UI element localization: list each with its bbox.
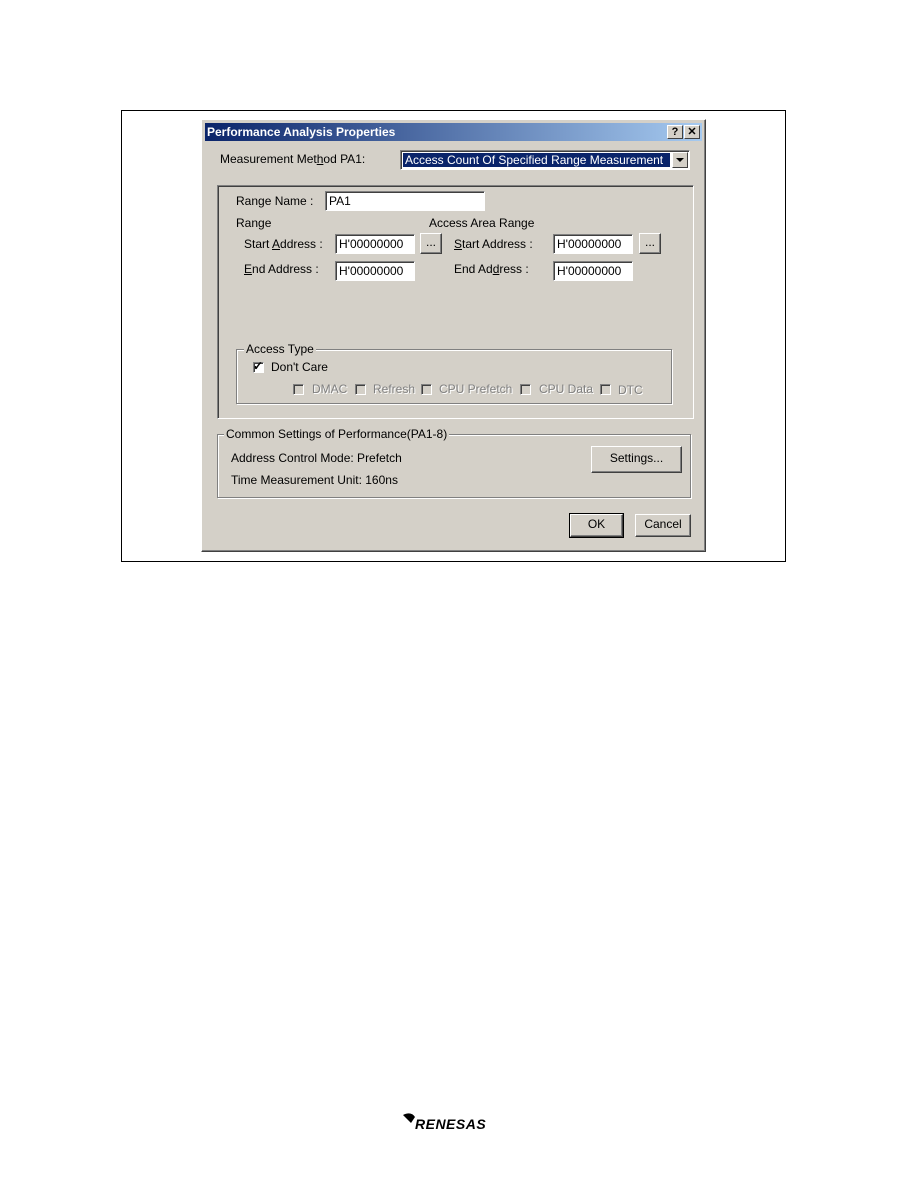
- dmac-checkbox[interactable]: [293, 384, 304, 395]
- time-measurement-unit-text: Time Measurement Unit: 160ns: [231, 473, 398, 487]
- dont-care-checkbox[interactable]: ✓: [253, 359, 264, 373]
- access-end-address-input[interactable]: H'00000000: [553, 261, 633, 281]
- close-button[interactable]: ✕: [684, 125, 700, 139]
- title-bar[interactable]: Performance Analysis Properties ? ✕: [205, 123, 702, 141]
- renesas-logo-text: RENESAS: [415, 1116, 487, 1132]
- renesas-logo: RENESAS: [401, 1111, 507, 1133]
- dtc-checkbox[interactable]: [600, 384, 611, 395]
- cpu-prefetch-label: CPU Prefetch: [439, 382, 513, 396]
- range-end-address-input[interactable]: H'00000000: [335, 261, 415, 281]
- address-control-mode-text: Address Control Mode: Prefetch: [231, 451, 402, 465]
- access-start-address-input[interactable]: H'00000000: [553, 234, 633, 254]
- range-start-browse-button[interactable]: ...: [420, 233, 442, 254]
- measurement-method-select[interactable]: Access Count Of Specified Range Measurem…: [400, 150, 690, 170]
- dmac-label: DMAC: [312, 382, 348, 396]
- measurement-method-label: Measurement Method PA1:: [220, 152, 366, 166]
- dont-care-label: Don't Care: [271, 360, 328, 374]
- check-icon: ✓: [253, 359, 264, 373]
- access-end-address-label: End Address :: [454, 262, 529, 276]
- measurement-method-value: Access Count Of Specified Range Measurem…: [403, 153, 670, 167]
- settings-button[interactable]: Settings...: [591, 446, 682, 473]
- refresh-label: Refresh: [373, 382, 416, 396]
- cpu-data-label: CPU Data: [539, 382, 594, 396]
- refresh-checkbox[interactable]: [355, 384, 366, 395]
- ok-button[interactable]: OK: [569, 513, 624, 538]
- performance-analysis-dialog: Performance Analysis Properties ? ✕ Meas…: [201, 119, 706, 552]
- range-start-address-label: Start Address :: [244, 237, 323, 251]
- range-name-label: Range Name :: [236, 194, 314, 208]
- dialog-title: Performance Analysis Properties: [207, 125, 396, 139]
- access-start-browse-button[interactable]: ...: [639, 233, 661, 254]
- cpu-data-checkbox[interactable]: [520, 384, 531, 395]
- range-heading: Range: [236, 216, 272, 230]
- dtc-label: DTC: [618, 383, 643, 397]
- range-name-input[interactable]: PA1: [325, 191, 485, 211]
- help-button[interactable]: ?: [667, 125, 683, 139]
- range-end-address-label: End Address :: [244, 262, 319, 276]
- access-area-range-heading: Access Area Range: [429, 216, 535, 230]
- range-start-address-input[interactable]: H'00000000: [335, 234, 415, 254]
- chevron-down-icon[interactable]: [672, 152, 688, 168]
- access-start-address-label: Start Address :: [454, 237, 533, 251]
- access-type-legend: Access Type: [244, 342, 316, 356]
- common-settings-legend: Common Settings of Performance(PA1-8): [224, 427, 450, 441]
- cancel-button[interactable]: Cancel: [635, 514, 691, 537]
- cpu-prefetch-checkbox[interactable]: [421, 384, 432, 395]
